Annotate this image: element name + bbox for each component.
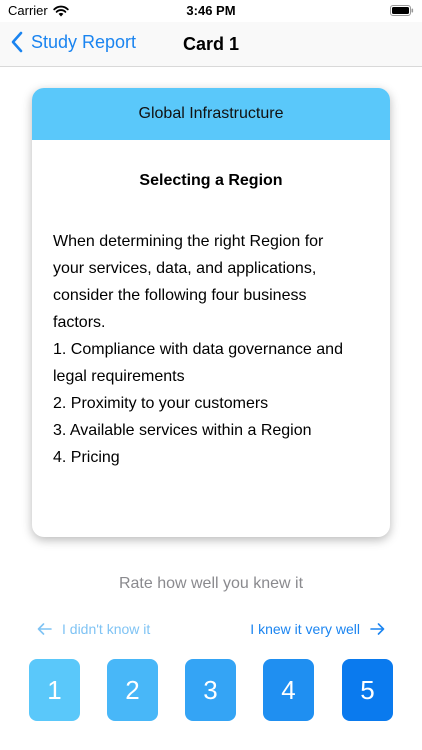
card-category: Global Infrastructure [32, 88, 390, 140]
status-time: 3:46 PM [186, 3, 236, 18]
rating-button-1[interactable]: 1 [29, 659, 80, 721]
high-rating-hint-label: I knew it very well [250, 621, 360, 637]
card-body-line: your services, data, and applications, [53, 260, 317, 277]
rating-button-3[interactable]: 3 [185, 659, 236, 721]
card-body: When determining the right Region for yo… [53, 228, 370, 471]
low-rating-hint-label: I didn't know it [62, 621, 151, 637]
card-body-line: 1. Compliance with data governance and [53, 341, 343, 358]
rating-button-2[interactable]: 2 [107, 659, 158, 721]
rating-button-4[interactable]: 4 [263, 659, 314, 721]
card-title: Selecting a Region [139, 172, 283, 189]
page-title: Card 1 [182, 34, 240, 54]
card-body-line: factors. [53, 314, 106, 331]
card-body-line: 2. Proximity to your customers [53, 395, 269, 412]
rating-button-5[interactable]: 5 [342, 659, 393, 721]
arrow-right-icon [370, 623, 385, 635]
card-body-line: legal requirements [53, 368, 185, 385]
battery-icon [390, 5, 414, 16]
arrow-left-icon [37, 623, 52, 635]
high-rating-hint: I knew it very well [250, 621, 385, 637]
card-body-line: consider the following four business [53, 287, 307, 304]
navigation-bar: Study Report Card 1 [0, 22, 422, 67]
rating-buttons: 1 2 3 4 5 [29, 659, 393, 721]
rating-prompt: Rate how well you knew it [118, 575, 304, 592]
card-body-line: When determining the right Region for [53, 233, 324, 250]
flash-card: Global Infrastructure Selecting a Region… [32, 88, 390, 537]
card-body-line: 4. Pricing [53, 449, 120, 466]
card-body-line: 3. Available services within a Region [53, 422, 312, 439]
status-bar: Carrier 3:46 PM [0, 0, 422, 22]
low-rating-hint: I didn't know it [37, 621, 150, 637]
